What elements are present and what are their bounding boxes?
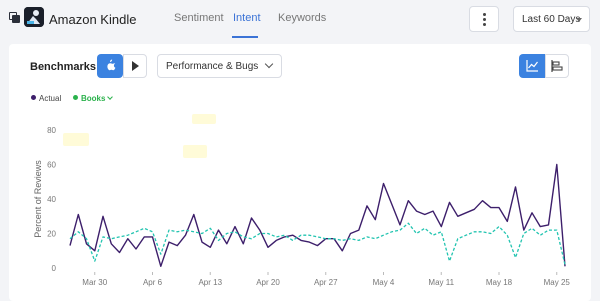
- y-tick-label: 0: [52, 264, 57, 273]
- x-tick-label: Apr 13: [198, 278, 222, 287]
- x-tick-label: Apr 20: [256, 278, 280, 287]
- x-tick-label: May 25: [544, 278, 571, 287]
- y-tick-label: 80: [47, 126, 56, 135]
- x-tick-label: Apr 6: [143, 278, 163, 287]
- y-tick-label: 20: [47, 230, 56, 239]
- y-axis-label: Percent of Reviews: [33, 160, 43, 238]
- y-tick-label: 60: [47, 161, 56, 170]
- y-tick-label: 40: [47, 195, 56, 204]
- x-tick-label: Mar 30: [82, 278, 107, 287]
- series-line-books: [69, 222, 566, 265]
- x-tick-label: May 4: [373, 278, 395, 287]
- x-tick-label: May 18: [486, 278, 513, 287]
- series-line-actual: [69, 163, 566, 267]
- benchmark-line-chart: Percent of Reviews 0 20 40 60 80 Mar 30 Apr 6…: [33, 126, 571, 287]
- x-tick-label: May 11: [428, 278, 454, 287]
- x-tick-label: Apr 27: [314, 278, 338, 287]
